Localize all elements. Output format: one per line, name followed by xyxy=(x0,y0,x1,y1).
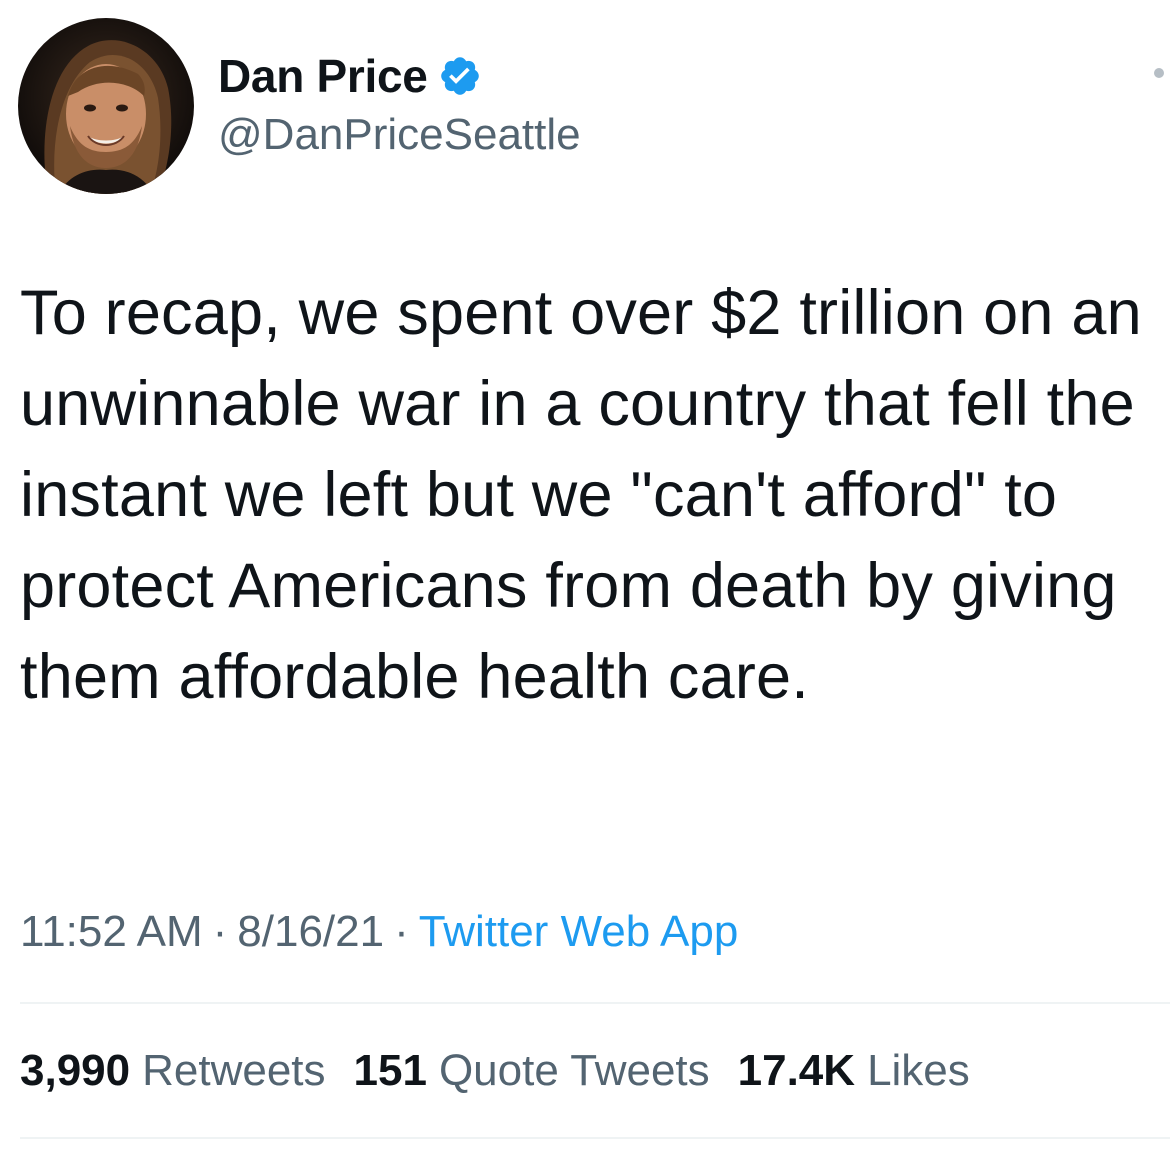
name-row: Dan Price xyxy=(218,48,581,104)
likes-count: 17.4K xyxy=(737,1046,856,1095)
author-identity[interactable]: Dan Price @DanPriceSeattle xyxy=(218,48,581,164)
person-portrait-avatar-icon xyxy=(18,18,194,194)
retweets-stat[interactable]: 3,990 Retweets xyxy=(20,1040,326,1102)
meta-separator: · xyxy=(394,907,409,956)
quote-tweets-label: Quote Tweets xyxy=(438,1046,710,1095)
tweet-card: Dan Price @DanPriceSeattle To recap, we … xyxy=(0,0,1170,1163)
avatar[interactable] xyxy=(18,18,194,194)
meta-separator: · xyxy=(212,907,228,956)
more-options-icon[interactable] xyxy=(1154,68,1164,78)
quote-tweets-count: 151 xyxy=(353,1046,427,1095)
tweet-meta: 11:52 AM · 8/16/21 · Twitter Web App xyxy=(20,904,738,960)
divider xyxy=(20,1002,1170,1004)
quote-tweets-stat[interactable]: 151 Quote Tweets xyxy=(354,1040,710,1102)
likes-stat[interactable]: 17.4K Likes xyxy=(738,1040,970,1102)
likes-label: Likes xyxy=(867,1046,970,1095)
tweet-body-text: To recap, we spent over $2 trillion on a… xyxy=(20,278,1142,712)
author-display-name[interactable]: Dan Price xyxy=(218,48,428,104)
verified-badge-icon xyxy=(438,54,482,98)
retweets-count: 3,990 xyxy=(20,1046,131,1095)
divider xyxy=(20,1137,1170,1139)
tweet-date[interactable]: 8/16/21 xyxy=(237,907,384,956)
tweet-stats: 3,990 Retweets 151 Quote Tweets 17.4K Likes xyxy=(20,1040,998,1102)
tweet-time[interactable]: 11:52 AM xyxy=(20,907,203,956)
author-handle[interactable]: @DanPriceSeattle xyxy=(218,106,581,164)
tweet-source-link[interactable]: Twitter Web App xyxy=(419,907,739,956)
tweet-header: Dan Price @DanPriceSeattle xyxy=(18,18,581,194)
retweets-label: Retweets xyxy=(142,1046,326,1095)
